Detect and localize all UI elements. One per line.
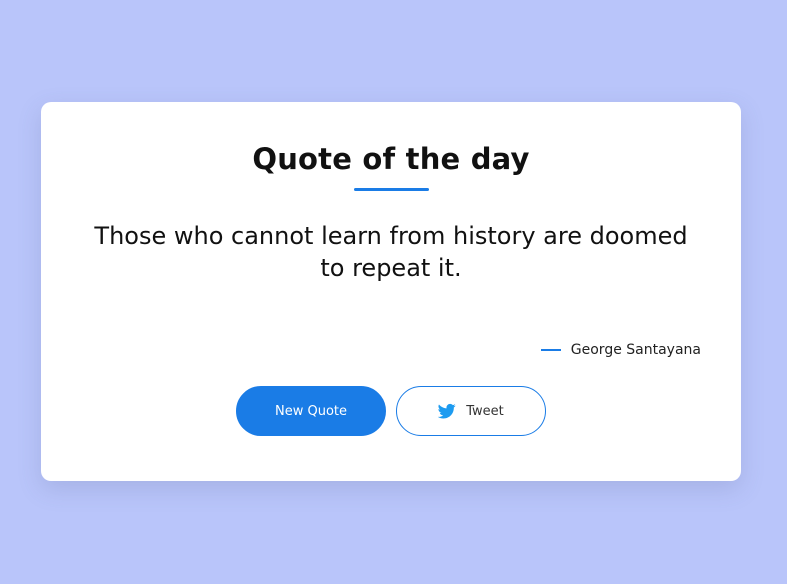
author-name: George Santayana bbox=[570, 342, 701, 358]
quote-card: Quote of the day Those who cannot learn … bbox=[41, 102, 741, 481]
author-dash bbox=[540, 349, 561, 351]
new-quote-button[interactable]: New Quote bbox=[236, 386, 386, 436]
button-group: New Quote Tweet bbox=[236, 386, 546, 436]
quote-author: George Santayana bbox=[540, 342, 701, 358]
title-underline bbox=[354, 188, 429, 191]
tweet-button[interactable]: Tweet bbox=[396, 386, 546, 436]
page-title: Quote of the day bbox=[252, 142, 530, 176]
tweet-label: Tweet bbox=[466, 403, 504, 419]
new-quote-label: New Quote bbox=[274, 403, 347, 419]
twitter-bird-icon bbox=[438, 402, 456, 420]
quote-text: Those who cannot learn from history are … bbox=[94, 222, 688, 282]
